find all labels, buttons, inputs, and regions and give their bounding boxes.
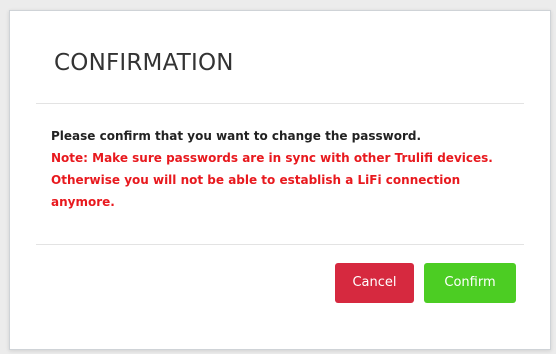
dialog-body: Please confirm that you want to change t…	[36, 104, 524, 245]
dialog-message-block: Please confirm that you want to change t…	[51, 125, 521, 213]
warning-note: Note: Make sure passwords are in sync wi…	[51, 151, 493, 209]
confirm-message: Please confirm that you want to change t…	[51, 129, 422, 143]
confirm-button[interactable]: Confirm	[424, 263, 516, 303]
cancel-button[interactable]: Cancel	[335, 263, 414, 303]
confirmation-dialog: CONFIRMATION Please confirm that you wan…	[9, 10, 551, 350]
dialog-title: CONFIRMATION	[54, 50, 234, 76]
dialog-header: CONFIRMATION	[36, 11, 524, 104]
dialog-footer: Cancel Confirm	[10, 245, 550, 349]
